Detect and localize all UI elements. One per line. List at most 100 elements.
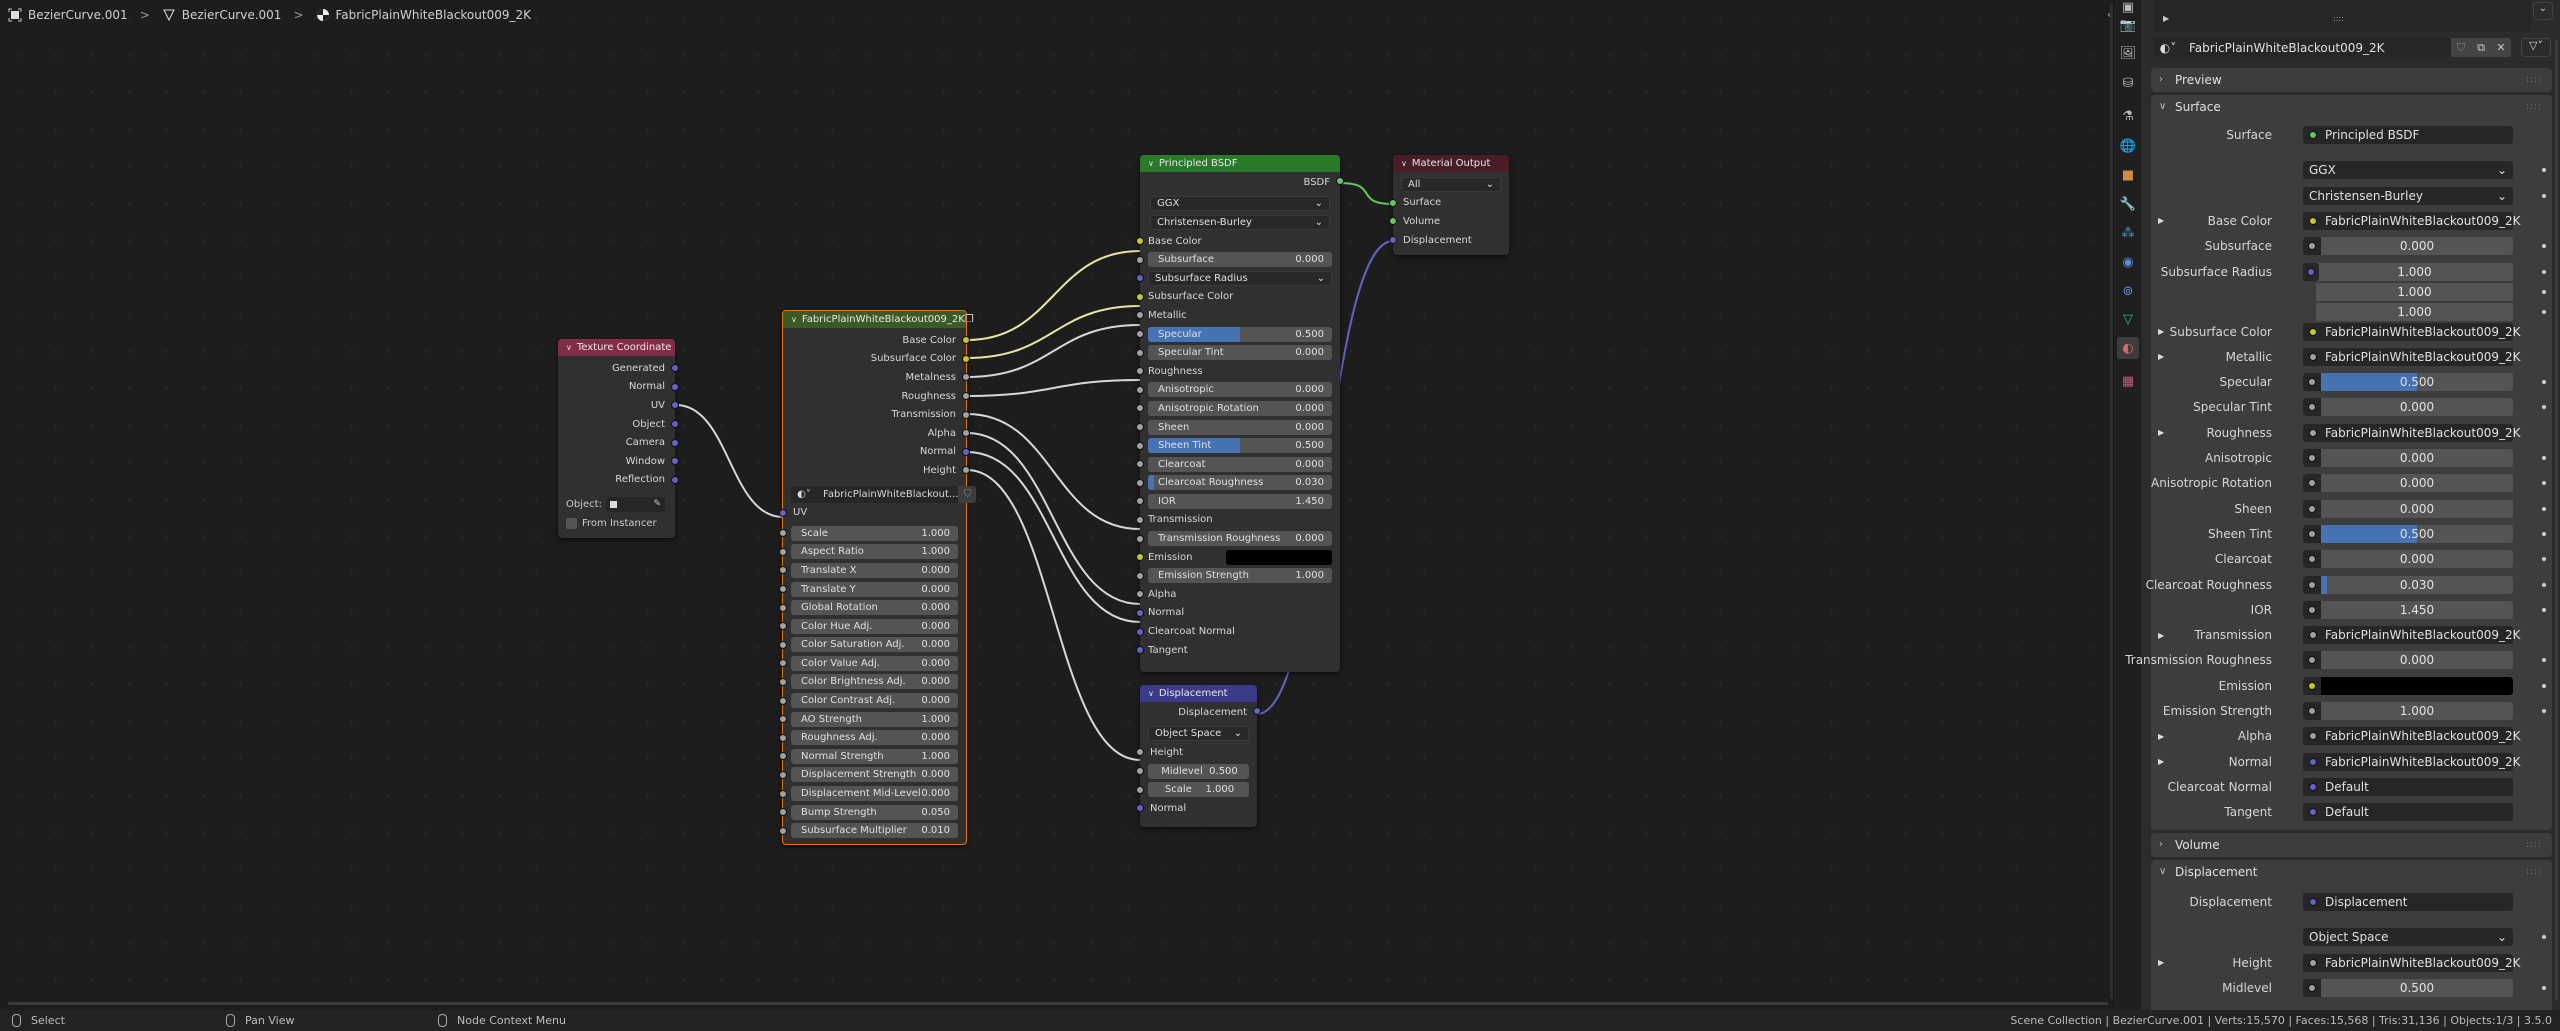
socket-translate-x[interactable] [779, 566, 787, 575]
socket-height[interactable] [1136, 748, 1144, 757]
panel-preview[interactable]: › Preview:::: [2151, 68, 2552, 92]
keyframe-dot[interactable] [2542, 531, 2546, 536]
keyframe-dot[interactable] [2542, 309, 2546, 314]
socket-normal[interactable] [1136, 804, 1144, 813]
socket-window[interactable] [671, 457, 679, 466]
node-header[interactable]: ∨ FabricPlainWhiteBlackout009_2K ❐ [783, 311, 974, 328]
tab-particles[interactable]: ⁂ [2117, 222, 2139, 244]
socket-type-button[interactable] [2303, 651, 2321, 670]
socket-scale[interactable] [779, 529, 787, 538]
roughness-adj-field[interactable]: Roughness Adj. 0.000 [791, 730, 958, 746]
node-header[interactable]: ∨ Texture Coordinate [558, 339, 675, 356]
socket-global-rotation[interactable] [779, 603, 787, 612]
fake-user-icon[interactable]: ⛉ [2451, 38, 2471, 57]
sheen-tint-field[interactable]: Sheen Tint 0.500 [1148, 438, 1332, 454]
expand-arrow-icon[interactable]: ▶ [2158, 352, 2164, 361]
socket-uv[interactable] [671, 401, 679, 410]
node-header[interactable]: ∨ Displacement [1140, 685, 1257, 702]
socket-roughness[interactable] [1136, 367, 1144, 376]
expand-arrow-icon[interactable]: ▶ [2158, 216, 2164, 225]
keyframe-dot[interactable] [2542, 683, 2546, 688]
keyframe-dot[interactable] [2542, 481, 2546, 486]
displacement-node[interactable]: ∨ Displacement Displacement Object Space ⌄… [1136, 685, 1261, 827]
target-dropdown[interactable]: All ⌄ [1401, 176, 1501, 192]
subsurface-radius-field[interactable]: 1.000 [2316, 262, 2513, 281]
subsurface-field[interactable]: Subsurface 0.000 [1148, 252, 1332, 268]
expand-button[interactable]: ⌄ [2533, 2, 2553, 20]
bump-strength-field[interactable]: Bump Strength 0.050 [791, 804, 958, 820]
clearcoat-roughness-field[interactable]: 0.030 [2303, 575, 2513, 594]
tab-render[interactable]: 📷 [2117, 14, 2139, 36]
socket-normal[interactable] [962, 447, 970, 456]
specular-field[interactable]: Specular 0.500 [1148, 326, 1332, 342]
node-header[interactable]: ∨ Principled BSDF [1140, 155, 1340, 172]
socket-type-button[interactable] [2303, 474, 2321, 493]
base-color-link-field[interactable]: FabricPlainWhiteBlackout009_2K [2303, 211, 2521, 230]
emission-strength-field[interactable]: Emission Strength 1.000 [1148, 568, 1332, 584]
ior-field[interactable]: IOR 1.450 [1148, 493, 1332, 509]
expand-arrow-icon[interactable]: ▶ [2158, 732, 2164, 741]
node-tree-icon[interactable]: ◐˅ [791, 489, 817, 500]
sheen-tint-field[interactable]: 0.500 [2303, 524, 2513, 543]
material-name-field[interactable]: FabricPlainWhiteBlackout009_2K [2183, 41, 2451, 55]
socket-aspect-ratio[interactable] [779, 547, 787, 556]
tab-material[interactable]: ◐ [2117, 337, 2139, 359]
socket-type-button[interactable] [2303, 262, 2319, 281]
node-tree-type-button[interactable]: ▽˅ [2521, 38, 2551, 57]
clearcoat-normal-link-field[interactable]: Default [2303, 777, 2513, 796]
keyframe-dot[interactable] [2542, 380, 2546, 385]
keyframe-dot[interactable] [2542, 935, 2546, 940]
resize-grip[interactable]: :::: [2333, 14, 2344, 23]
keyframe-dot[interactable] [2542, 985, 2546, 990]
fabric-group-node[interactable]: ∨ FabricPlainWhiteBlackout009_2K ❐ Base Co… [779, 310, 977, 845]
socket-emission-strength[interactable] [1136, 571, 1144, 580]
socket-type-button[interactable] [2303, 600, 2321, 619]
component-field[interactable]: 1.000 [2316, 282, 2513, 301]
socket-anisotropic[interactable] [1136, 385, 1144, 394]
socket-object[interactable] [671, 420, 679, 429]
clearcoat-roughness-field[interactable]: Clearcoat Roughness 0.030 [1148, 475, 1332, 491]
keyframe-dot[interactable] [2542, 289, 2546, 294]
expand-arrow-icon[interactable]: ▶ [2158, 757, 2164, 766]
link-subsurface-color[interactable] [966, 305, 1141, 359]
socket-displacement-mid-level[interactable] [779, 789, 787, 798]
socket-type-button[interactable] [2303, 524, 2321, 543]
socket-clearcoat-roughness[interactable] [1136, 478, 1144, 487]
component-field[interactable]: 1.000 [2316, 302, 2513, 321]
aspect-ratio-field[interactable]: Aspect Ratio 1.000 [791, 544, 958, 560]
specular-field[interactable]: 0.500 [2303, 373, 2513, 392]
displacement-link-field[interactable]: Displacement [2303, 893, 2513, 911]
collapse-icon[interactable]: ∨ [1148, 159, 1154, 168]
tab-data[interactable]: ▽ [2117, 308, 2139, 330]
socket-color-saturation-adj[interactable] [779, 640, 787, 649]
link-alpha[interactable] [966, 432, 1141, 605]
socket-color-brightness-adj[interactable] [779, 677, 787, 686]
socket-clearcoat-normal[interactable] [1136, 627, 1144, 636]
socket-roughness-adj[interactable] [779, 733, 787, 742]
scale-field[interactable]: Scale 1.000 [1148, 782, 1249, 798]
distribution-dropdown[interactable]: GGX ⌄ [1150, 196, 1330, 212]
color-contrast-adj-field[interactable]: Color Contrast Adj. 0.000 [791, 693, 958, 709]
alpha-link-field[interactable]: FabricPlainWhiteBlackout009_2K [2303, 727, 2521, 746]
socket-subsurface-color[interactable] [1136, 292, 1144, 301]
emission-color-field[interactable] [2303, 676, 2513, 695]
socket-surface[interactable] [1389, 198, 1397, 207]
link-transmission[interactable] [966, 413, 1141, 530]
node-editor[interactable]: BezierCurve.001 > BezierCurve.001 > Fabr… [0, 0, 2113, 1010]
midlevel-field[interactable]: Midlevel 0.500 [1148, 763, 1249, 779]
socket-base-color[interactable] [962, 336, 970, 345]
socket-type-button[interactable] [2303, 237, 2321, 256]
socket-type-button[interactable] [2303, 676, 2321, 695]
keyframe-dot[interactable] [2542, 709, 2546, 713]
tab-modifier[interactable]: 🔧 [2117, 193, 2139, 215]
normal-link-field[interactable]: FabricPlainWhiteBlackout009_2K [2303, 752, 2521, 771]
collapse-icon[interactable]: ∨ [566, 343, 572, 352]
socket-sheen-tint[interactable] [1136, 441, 1144, 450]
keyframe-dot[interactable] [2542, 269, 2546, 274]
drag-handle-icon[interactable]: :::: [2526, 75, 2542, 85]
socket-type-button[interactable] [2303, 702, 2321, 720]
anisotropic-field[interactable]: Anisotropic 0.000 [1148, 382, 1332, 398]
duplicate-material-icon[interactable]: ⧉ [2471, 38, 2491, 57]
ggx-dropdown[interactable]: GGX ⌄ [2303, 161, 2513, 180]
displacement-mid-level-field[interactable]: Displacement Mid-Level 0.000 [791, 786, 958, 802]
